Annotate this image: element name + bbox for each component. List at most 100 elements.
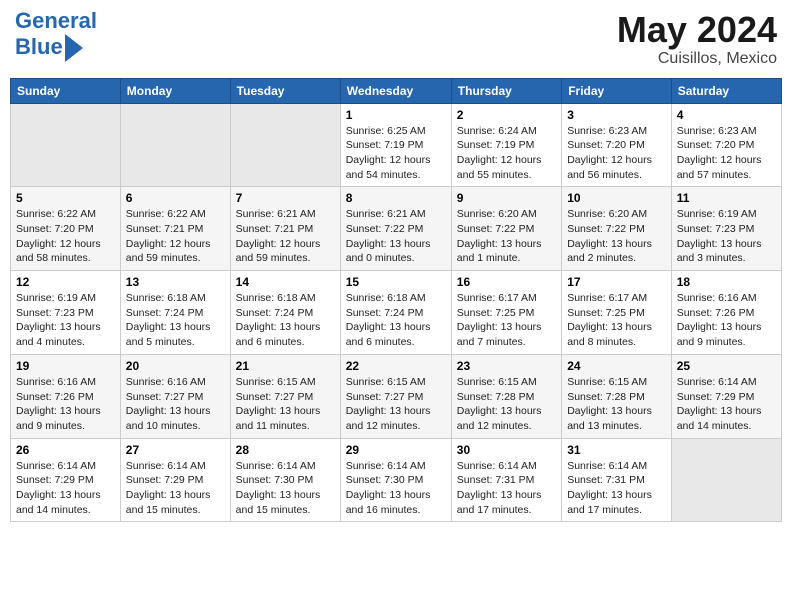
weekday-header-cell: Thursday (451, 78, 561, 103)
calendar-day-cell: 13 Sunrise: 6:18 AMSunset: 7:24 PMDayligh… (120, 271, 230, 355)
day-info: Sunrise: 6:19 AMSunset: 7:23 PMDaylight:… (677, 207, 776, 266)
day-info: Sunrise: 6:24 AMSunset: 7:19 PMDaylight:… (457, 124, 556, 183)
day-info: Sunrise: 6:23 AMSunset: 7:20 PMDaylight:… (677, 124, 776, 183)
day-number: 1 (346, 108, 446, 122)
day-number: 11 (677, 191, 776, 205)
day-info: Sunrise: 6:16 AMSunset: 7:26 PMDaylight:… (16, 375, 115, 434)
calendar-day-cell (11, 103, 121, 187)
day-info: Sunrise: 6:15 AMSunset: 7:27 PMDaylight:… (236, 375, 335, 434)
day-number: 20 (126, 359, 225, 373)
calendar-day-cell: 9 Sunrise: 6:20 AMSunset: 7:22 PMDaylight… (451, 187, 561, 271)
weekday-header-cell: Tuesday (230, 78, 340, 103)
day-info: Sunrise: 6:17 AMSunset: 7:25 PMDaylight:… (567, 291, 666, 350)
day-number: 31 (567, 443, 666, 457)
calendar-body: 1 Sunrise: 6:25 AMSunset: 7:19 PMDaylight… (11, 103, 782, 522)
day-number: 19 (16, 359, 115, 373)
day-number: 6 (126, 191, 225, 205)
calendar-day-cell: 27 Sunrise: 6:14 AMSunset: 7:29 PMDayligh… (120, 438, 230, 522)
day-info: Sunrise: 6:18 AMSunset: 7:24 PMDaylight:… (346, 291, 446, 350)
day-info: Sunrise: 6:14 AMSunset: 7:30 PMDaylight:… (346, 459, 446, 518)
day-number: 4 (677, 108, 776, 122)
title-block: May 2024 Cuisillos, Mexico (617, 10, 777, 68)
day-number: 24 (567, 359, 666, 373)
calendar-day-cell: 31 Sunrise: 6:14 AMSunset: 7:31 PMDayligh… (562, 438, 672, 522)
calendar-week-row: 19 Sunrise: 6:16 AMSunset: 7:26 PMDayligh… (11, 354, 782, 438)
calendar-day-cell: 30 Sunrise: 6:14 AMSunset: 7:31 PMDayligh… (451, 438, 561, 522)
day-number: 21 (236, 359, 335, 373)
day-info: Sunrise: 6:16 AMSunset: 7:27 PMDaylight:… (126, 375, 225, 434)
day-info: Sunrise: 6:16 AMSunset: 7:26 PMDaylight:… (677, 291, 776, 350)
day-info: Sunrise: 6:14 AMSunset: 7:29 PMDaylight:… (677, 375, 776, 434)
calendar-day-cell: 1 Sunrise: 6:25 AMSunset: 7:19 PMDaylight… (340, 103, 451, 187)
calendar-day-cell: 18 Sunrise: 6:16 AMSunset: 7:26 PMDayligh… (671, 271, 781, 355)
day-number: 9 (457, 191, 556, 205)
calendar-week-row: 12 Sunrise: 6:19 AMSunset: 7:23 PMDayligh… (11, 271, 782, 355)
weekday-header-cell: Sunday (11, 78, 121, 103)
calendar-day-cell: 25 Sunrise: 6:14 AMSunset: 7:29 PMDayligh… (671, 354, 781, 438)
day-info: Sunrise: 6:14 AMSunset: 7:31 PMDaylight:… (567, 459, 666, 518)
calendar-day-cell: 26Sunrise: 6:14 AMSunset: 7:29 PMDayligh… (11, 438, 121, 522)
calendar-day-cell (671, 438, 781, 522)
calendar-day-cell: 19 Sunrise: 6:16 AMSunset: 7:26 PMDayligh… (11, 354, 121, 438)
day-number: 22 (346, 359, 446, 373)
day-number: 28 (236, 443, 335, 457)
day-info: Sunrise: 6:20 AMSunset: 7:22 PMDaylight:… (457, 207, 556, 266)
calendar-day-cell: 8Sunrise: 6:21 AMSunset: 7:22 PMDaylight… (340, 187, 451, 271)
calendar-day-cell: 29 Sunrise: 6:14 AMSunset: 7:30 PMDayligh… (340, 438, 451, 522)
calendar-week-row: 26Sunrise: 6:14 AMSunset: 7:29 PMDayligh… (11, 438, 782, 522)
month-title: May 2024 (617, 10, 777, 50)
calendar-day-cell (230, 103, 340, 187)
weekday-header-cell: Wednesday (340, 78, 451, 103)
calendar-day-cell: 2 Sunrise: 6:24 AMSunset: 7:19 PMDaylight… (451, 103, 561, 187)
calendar-day-cell (120, 103, 230, 187)
logo-text: General (15, 10, 97, 32)
day-number: 17 (567, 275, 666, 289)
day-info: Sunrise: 6:21 AMSunset: 7:22 PMDaylight:… (346, 207, 446, 266)
day-info: Sunrise: 6:14 AMSunset: 7:29 PMDaylight:… (16, 459, 115, 518)
logo: General Blue (15, 10, 97, 62)
day-number: 25 (677, 359, 776, 373)
day-number: 18 (677, 275, 776, 289)
calendar-day-cell: 28Sunrise: 6:14 AMSunset: 7:30 PMDayligh… (230, 438, 340, 522)
logo-blue: Blue (15, 34, 63, 60)
day-info: Sunrise: 6:14 AMSunset: 7:31 PMDaylight:… (457, 459, 556, 518)
calendar-day-cell: 11 Sunrise: 6:19 AMSunset: 7:23 PMDayligh… (671, 187, 781, 271)
day-info: Sunrise: 6:18 AMSunset: 7:24 PMDaylight:… (236, 291, 335, 350)
day-number: 16 (457, 275, 556, 289)
day-number: 29 (346, 443, 446, 457)
calendar-day-cell: 7Sunrise: 6:21 AMSunset: 7:21 PMDaylight… (230, 187, 340, 271)
day-number: 27 (126, 443, 225, 457)
calendar-day-cell: 16 Sunrise: 6:17 AMSunset: 7:25 PMDayligh… (451, 271, 561, 355)
day-info: Sunrise: 6:14 AMSunset: 7:29 PMDaylight:… (126, 459, 225, 518)
day-info: Sunrise: 6:22 AMSunset: 7:20 PMDaylight:… (16, 207, 115, 266)
calendar-day-cell: 21 Sunrise: 6:15 AMSunset: 7:27 PMDayligh… (230, 354, 340, 438)
weekday-header-cell: Monday (120, 78, 230, 103)
calendar-day-cell: 6Sunrise: 6:22 AMSunset: 7:21 PMDaylight… (120, 187, 230, 271)
logo-general: General (15, 8, 97, 33)
calendar-week-row: 1 Sunrise: 6:25 AMSunset: 7:19 PMDaylight… (11, 103, 782, 187)
weekday-header-cell: Saturday (671, 78, 781, 103)
day-number: 12 (16, 275, 115, 289)
day-number: 10 (567, 191, 666, 205)
calendar-day-cell: 15 Sunrise: 6:18 AMSunset: 7:24 PMDayligh… (340, 271, 451, 355)
calendar-table: SundayMondayTuesdayWednesdayThursdayFrid… (10, 78, 782, 523)
logo-arrow-icon (65, 34, 83, 62)
day-info: Sunrise: 6:19 AMSunset: 7:23 PMDaylight:… (16, 291, 115, 350)
day-number: 2 (457, 108, 556, 122)
day-number: 23 (457, 359, 556, 373)
day-number: 30 (457, 443, 556, 457)
calendar-day-cell: 12 Sunrise: 6:19 AMSunset: 7:23 PMDayligh… (11, 271, 121, 355)
day-number: 13 (126, 275, 225, 289)
calendar-day-cell: 14Sunrise: 6:18 AMSunset: 7:24 PMDayligh… (230, 271, 340, 355)
day-info: Sunrise: 6:15 AMSunset: 7:28 PMDaylight:… (567, 375, 666, 434)
day-info: Sunrise: 6:25 AMSunset: 7:19 PMDaylight:… (346, 124, 446, 183)
day-info: Sunrise: 6:20 AMSunset: 7:22 PMDaylight:… (567, 207, 666, 266)
day-number: 15 (346, 275, 446, 289)
day-info: Sunrise: 6:21 AMSunset: 7:21 PMDaylight:… (236, 207, 335, 266)
weekday-header-row: SundayMondayTuesdayWednesdayThursdayFrid… (11, 78, 782, 103)
day-info: Sunrise: 6:23 AMSunset: 7:20 PMDaylight:… (567, 124, 666, 183)
day-info: Sunrise: 6:18 AMSunset: 7:24 PMDaylight:… (126, 291, 225, 350)
calendar-day-cell: 20 Sunrise: 6:16 AMSunset: 7:27 PMDayligh… (120, 354, 230, 438)
day-number: 5 (16, 191, 115, 205)
day-info: Sunrise: 6:17 AMSunset: 7:25 PMDaylight:… (457, 291, 556, 350)
